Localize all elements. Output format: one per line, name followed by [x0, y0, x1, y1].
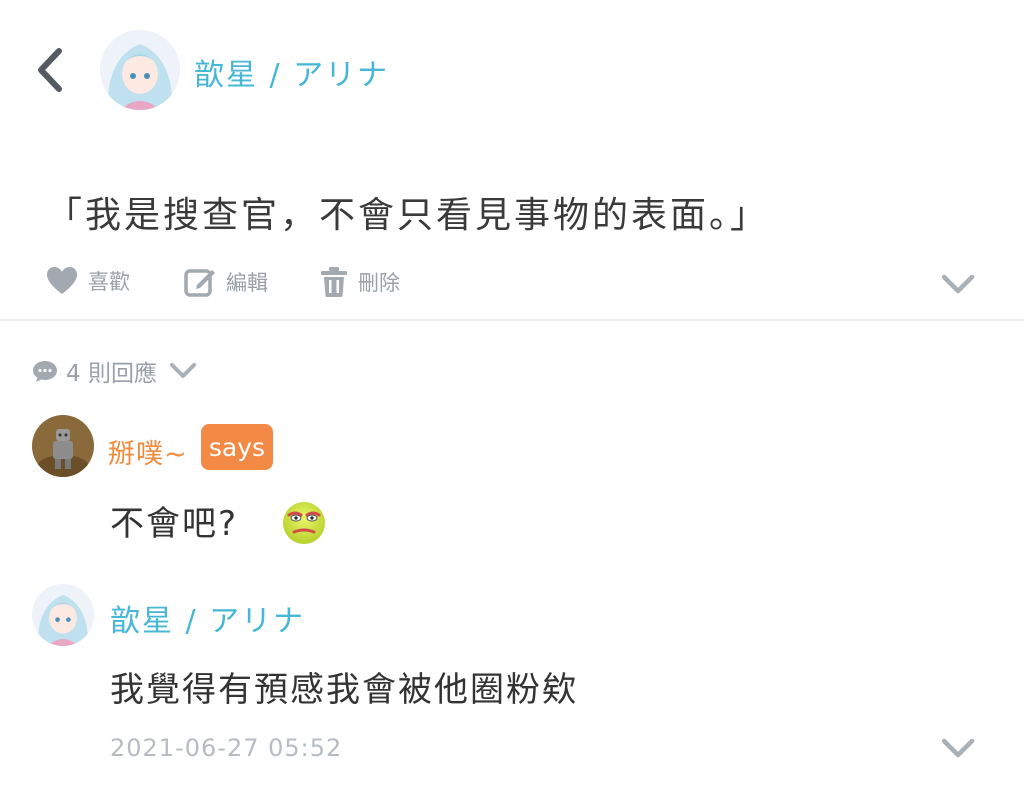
- heart-icon: [47, 267, 77, 294]
- commenter-avatar[interactable]: [32, 415, 94, 477]
- anime-girl-avatar-image: [100, 30, 180, 110]
- comment-bubble-icon: [33, 361, 57, 382]
- author-avatar[interactable]: [100, 30, 180, 110]
- post-content: 「我是搜查官，不會只看見事物的表面。」: [46, 195, 770, 236]
- like-button[interactable]: 喜歡: [46, 266, 130, 296]
- post-options-button[interactable]: [938, 266, 978, 302]
- edit-label: 編輯: [226, 271, 268, 295]
- anime-girl-avatar-image: [32, 584, 94, 646]
- chevron-down-icon: [941, 738, 975, 758]
- reply-count-toggle[interactable]: 4 則回應: [32, 354, 197, 388]
- delete-label: 刪除: [358, 271, 400, 295]
- edit-button[interactable]: 編輯: [184, 266, 268, 298]
- chevron-down-icon: [169, 363, 196, 378]
- chevron-down-icon: [941, 274, 975, 294]
- reply-text: 我覺得有預感我會被他圈粉欸: [110, 670, 578, 710]
- post-author-name[interactable]: 歆星 / アリナ: [194, 50, 389, 94]
- reply-author-avatar[interactable]: [32, 584, 94, 646]
- robot-avatar-image: [32, 415, 94, 477]
- reply-options-button[interactable]: [938, 730, 978, 766]
- sweating-face-emoji-icon: [280, 498, 328, 546]
- commenter-name[interactable]: 掰噗~: [108, 432, 188, 471]
- like-label: 喜歡: [88, 270, 130, 294]
- chevron-left-icon: [38, 48, 62, 92]
- comment-text: 不會吧?: [110, 504, 239, 544]
- reply-author-name[interactable]: 歆星 / アリナ: [110, 596, 305, 640]
- back-button[interactable]: [28, 44, 72, 96]
- delete-button[interactable]: 刪除: [320, 266, 400, 298]
- reply-count-label: 4 則回應: [66, 361, 157, 387]
- edit-icon: [184, 269, 215, 297]
- section-divider: [0, 319, 1024, 321]
- reply-timestamp: 2021-06-27 05:52: [110, 734, 343, 762]
- trash-icon: [321, 267, 347, 297]
- says-badge: says: [201, 424, 273, 470]
